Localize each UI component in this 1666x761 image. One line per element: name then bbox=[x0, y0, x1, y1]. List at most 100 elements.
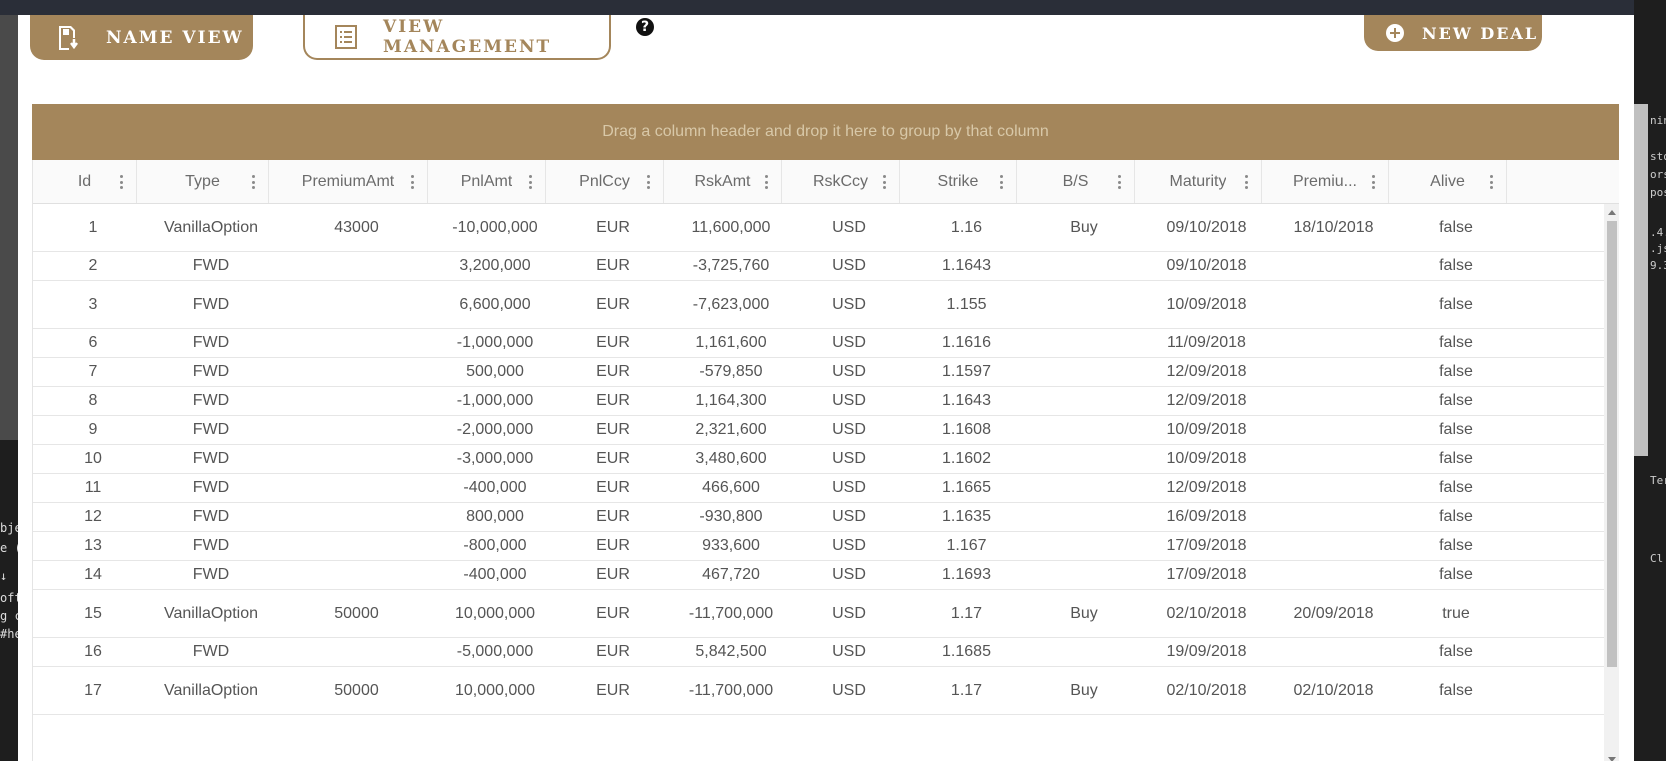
cell-strike: 1.1643 bbox=[942, 257, 991, 274]
column-menu-icon[interactable] bbox=[879, 173, 889, 191]
cell-pnl-ccy: EUR bbox=[596, 334, 630, 351]
background-code-line: .4. bbox=[1650, 226, 1666, 239]
column-menu-icon[interactable] bbox=[116, 173, 126, 191]
table-row[interactable]: 3 FWD 6,600,000 EUR -7,623,000 USD 1.155 10/09/… bbox=[33, 281, 1604, 329]
table-row[interactable]: 6 FWD -1,000,000 EUR 1,161,600 USD 1.1616 11/09… bbox=[33, 329, 1604, 358]
column-header-pnl-amt[interactable]: PnlAmt bbox=[428, 160, 546, 203]
cell-premium-amt bbox=[277, 503, 436, 531]
help-icon[interactable]: ? bbox=[636, 18, 654, 36]
cell-alive: false bbox=[1439, 566, 1473, 583]
scroll-thumb[interactable] bbox=[1607, 221, 1617, 667]
table-row[interactable]: 11 FWD -400,000 EUR 466,600 USD 1.1665 12/09/20… bbox=[33, 474, 1604, 503]
column-menu-icon[interactable] bbox=[1241, 173, 1251, 191]
table-row[interactable]: 8 FWD -1,000,000 EUR 1,164,300 USD 1.1643 12/09… bbox=[33, 387, 1604, 416]
column-menu-icon[interactable] bbox=[407, 173, 417, 191]
table-row[interactable]: 13 FWD -800,000 EUR 933,600 USD 1.167 17/09/201… bbox=[33, 532, 1604, 561]
grid-vertical-scrollbar[interactable] bbox=[1604, 204, 1619, 761]
table-row[interactable]: 7 FWD 500,000 EUR -579,850 USD 1.1597 12/09/201… bbox=[33, 358, 1604, 387]
cell-type: VanillaOption bbox=[164, 604, 258, 622]
background-code-line: ors bbox=[1650, 168, 1666, 181]
background-code-line: oft bbox=[0, 591, 18, 605]
column-header-strike[interactable]: Strike bbox=[900, 160, 1017, 203]
column-header-type[interactable]: Type bbox=[137, 160, 269, 203]
table-row[interactable]: 15 VanillaOption 50000 10,000,000 EUR -11,700… bbox=[33, 590, 1604, 638]
grid-header-row: Id Type PremiumAmt PnlAmt PnlCcy RskAmt RskCcy… bbox=[33, 160, 1619, 204]
column-menu-icon[interactable] bbox=[1486, 173, 1496, 191]
column-header-label: Alive bbox=[1430, 172, 1465, 190]
cell-pnl-ccy: EUR bbox=[596, 363, 630, 380]
group-by-drop-zone[interactable]: Drag a column header and drop it here to… bbox=[32, 104, 1619, 160]
view-management-button[interactable]: VIEW MANAGEMENT bbox=[303, 15, 611, 60]
deals-modal: NAME VIEW VIEW MANAGEMENT ? NEW DEAL Dra… bbox=[18, 15, 1634, 761]
background-code-line: 9.3 bbox=[1650, 259, 1666, 272]
column-menu-icon[interactable] bbox=[1368, 173, 1378, 191]
cell-rsk-ccy: USD bbox=[832, 392, 866, 409]
column-menu-icon[interactable] bbox=[643, 173, 653, 191]
cell-strike: 1.1608 bbox=[942, 421, 991, 438]
column-header-rsk-ccy[interactable]: RskCcy bbox=[782, 160, 900, 203]
table-row[interactable]: 17 VanillaOption 50000 10,000,000 EUR -11,700… bbox=[33, 667, 1604, 715]
deals-grid: Id Type PremiumAmt PnlAmt PnlCcy RskAmt RskCcy… bbox=[32, 160, 1619, 761]
cell-rsk-ccy: USD bbox=[832, 681, 866, 699]
column-header-alive[interactable]: Alive bbox=[1389, 160, 1507, 203]
cell-pnl-amt: 10,000,000 bbox=[454, 681, 536, 699]
group-panel-text: Drag a column header and drop it here to… bbox=[602, 123, 1049, 140]
cell-strike: 1.1685 bbox=[942, 643, 991, 660]
column-header-label: PnlCcy bbox=[579, 172, 630, 190]
column-menu-icon[interactable] bbox=[1114, 173, 1124, 191]
cell-type: FWD bbox=[192, 421, 230, 438]
name-view-button[interactable]: NAME VIEW bbox=[30, 15, 253, 60]
column-header-id[interactable]: Id bbox=[33, 160, 137, 203]
column-menu-icon[interactable] bbox=[248, 173, 258, 191]
cell-id: 8 bbox=[88, 392, 98, 409]
table-row[interactable]: 1 VanillaOption 43000 -10,000,000 EUR 11,600,… bbox=[33, 204, 1604, 252]
column-header-buy-sell[interactable]: B/S bbox=[1017, 160, 1135, 203]
table-row[interactable]: 2 FWD 3,200,000 EUR -3,725,760 USD 1.1643 09/10… bbox=[33, 252, 1604, 281]
cell-pnl-amt: 500,000 bbox=[466, 363, 524, 380]
column-menu-icon[interactable] bbox=[996, 173, 1006, 191]
cell-pnl-amt: 800,000 bbox=[466, 508, 524, 525]
scroll-up-arrow-icon[interactable] bbox=[1608, 210, 1616, 215]
cell-strike: 1.1616 bbox=[942, 334, 991, 351]
table-row[interactable]: 14 FWD -400,000 EUR 467,720 USD 1.1693 17/09/20… bbox=[33, 561, 1604, 590]
cell-id: 15 bbox=[84, 604, 102, 622]
cell-premium-amt bbox=[277, 561, 436, 589]
cell-buy-sell bbox=[1025, 329, 1143, 357]
cell-premium-date bbox=[1270, 252, 1397, 280]
scroll-down-arrow-icon[interactable] bbox=[1608, 757, 1616, 761]
save-icon bbox=[58, 25, 80, 50]
cell-pnl-amt: -2,000,000 bbox=[456, 421, 534, 438]
column-header-label: Id bbox=[77, 172, 92, 190]
column-header-premium-date[interactable]: Premiu... bbox=[1262, 160, 1389, 203]
table-row[interactable]: 12 FWD 800,000 EUR -930,800 USD 1.1635 16/09/20… bbox=[33, 503, 1604, 532]
cell-alive: true bbox=[1442, 604, 1470, 622]
background-code-line: #he bbox=[0, 627, 18, 641]
cell-id: 3 bbox=[88, 295, 98, 313]
cell-pnl-ccy: EUR bbox=[596, 392, 630, 409]
column-menu-icon[interactable] bbox=[761, 173, 771, 191]
cell-rsk-ccy: USD bbox=[832, 508, 866, 525]
column-header-premium-amt[interactable]: PremiumAmt bbox=[269, 160, 428, 203]
column-header-maturity[interactable]: Maturity bbox=[1135, 160, 1262, 203]
new-deal-button[interactable]: NEW DEAL bbox=[1364, 15, 1542, 51]
cell-type: FWD bbox=[192, 479, 230, 496]
cell-id: 14 bbox=[84, 566, 102, 583]
cell-rsk-ccy: USD bbox=[832, 566, 866, 583]
cell-rsk-amt: -3,725,760 bbox=[692, 257, 770, 274]
column-menu-icon[interactable] bbox=[525, 173, 535, 191]
column-header-rsk-amt[interactable]: RskAmt bbox=[664, 160, 782, 203]
table-row[interactable]: 9 FWD -2,000,000 EUR 2,321,600 USD 1.1608 10/09… bbox=[33, 416, 1604, 445]
column-header-label: B/S bbox=[1062, 172, 1089, 190]
cell-rsk-ccy: USD bbox=[832, 479, 866, 496]
cell-pnl-amt: 10,000,000 bbox=[454, 604, 536, 622]
cell-id: 16 bbox=[84, 643, 102, 660]
cell-premium-amt: 43000 bbox=[334, 218, 379, 236]
cell-buy-sell bbox=[1025, 252, 1143, 280]
column-header-pnl-ccy[interactable]: PnlCcy bbox=[546, 160, 664, 203]
name-view-label: NAME VIEW bbox=[106, 27, 244, 48]
table-row[interactable]: 10 FWD -3,000,000 EUR 3,480,600 USD 1.1602 10/0… bbox=[33, 445, 1604, 474]
cell-id: 12 bbox=[84, 508, 102, 525]
cell-buy-sell bbox=[1025, 561, 1143, 589]
cell-id: 7 bbox=[88, 363, 98, 380]
table-row[interactable]: 16 FWD -5,000,000 EUR 5,842,500 USD 1.1685 19/0… bbox=[33, 638, 1604, 667]
